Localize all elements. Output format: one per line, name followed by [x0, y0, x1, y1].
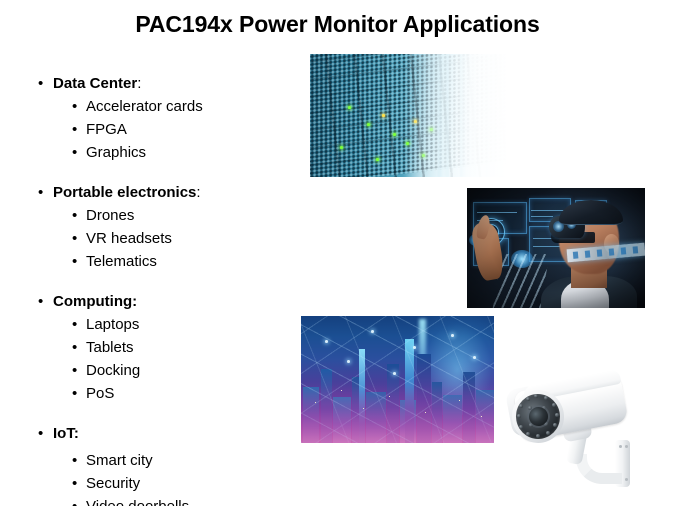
bullet-point-icon: •: [72, 253, 78, 270]
mount-screw: [619, 445, 622, 448]
city-glow-haze: [301, 384, 494, 443]
list-item-label: Security: [86, 475, 141, 492]
bullet-heading-computing: • Computing:: [38, 290, 298, 313]
list-item: • Accelerator cards: [38, 95, 298, 118]
network-node: [325, 340, 328, 343]
applications-bullet-list: • Data Center: • Accelerator cards • FPG…: [38, 72, 298, 506]
bullet-heading-text: Portable electronics: [53, 184, 197, 201]
list-item: • Graphics: [38, 141, 298, 164]
window-light: [315, 402, 317, 404]
bullet-point-icon: •: [72, 230, 78, 247]
window-light: [459, 400, 461, 402]
bullet-heading-text: IoT: [53, 425, 74, 442]
bullet-group-portable-electronics: • Portable electronics: • Drones • VR he…: [38, 181, 298, 273]
list-item: • Smart city: [38, 449, 298, 472]
window-light: [425, 412, 427, 414]
bullet-group-data-center: • Data Center: • Accelerator cards • FPG…: [38, 72, 298, 164]
bullet-heading-label: Portable electronics:: [53, 181, 201, 204]
page-title: PAC194x Power Monitor Applications: [135, 11, 540, 37]
bullet-point-icon: •: [72, 475, 78, 492]
bullet-point-icon: •: [72, 452, 78, 469]
list-item-label: Smart city: [86, 452, 153, 469]
image-security-camera: [497, 362, 667, 492]
bullet-point-icon: •: [72, 316, 78, 333]
network-node: [393, 372, 396, 375]
bullet-heading-text: Computing: [53, 293, 133, 310]
slide-canvas: PAC194x Power Monitor Applications • Dat…: [0, 0, 675, 506]
network-node: [451, 334, 454, 337]
camera-mount-arm: [576, 454, 622, 484]
list-item-label: Graphics: [86, 144, 147, 161]
bullet-point-icon: •: [38, 75, 44, 92]
bullet-point-icon: •: [72, 385, 78, 402]
list-item: • Laptops: [38, 313, 298, 336]
list-item-label: Video doorbells: [86, 495, 189, 506]
mount-screw: [625, 445, 628, 448]
list-item-label: Docking: [86, 362, 141, 379]
list-item-label: Telematics: [86, 253, 157, 270]
bullet-heading-colon: :: [73, 425, 79, 442]
list-item-label: Tablets: [86, 339, 134, 356]
window-light: [389, 396, 391, 398]
bullet-sublist-portable-electronics: • Drones • VR headsets • Telematics: [38, 204, 298, 273]
network-node: [347, 360, 350, 363]
list-item-label: Accelerator cards: [86, 98, 203, 115]
bright-light-falloff: [310, 54, 508, 177]
bullet-heading-colon: :: [132, 293, 138, 310]
bullet-point-icon: •: [72, 121, 78, 138]
list-item-label: VR headsets: [86, 230, 172, 247]
list-item: • Security: [38, 472, 298, 495]
image-data-center-servers: [310, 54, 508, 177]
list-item-label: FPGA: [86, 121, 127, 138]
bullet-heading-colon: :: [137, 75, 142, 92]
list-item-label: Laptops: [86, 316, 140, 333]
list-item: • Docking: [38, 359, 298, 382]
list-item-label: Drones: [86, 207, 135, 224]
list-item-label: PoS: [86, 385, 115, 402]
bullet-point-icon: •: [72, 495, 86, 506]
bullet-heading-portable-electronics: • Portable electronics:: [38, 181, 298, 204]
bullet-point-icon: •: [38, 184, 44, 201]
bullet-point-icon: •: [72, 207, 78, 224]
bullet-heading-label: IoT:: [53, 422, 79, 445]
window-light: [481, 416, 483, 418]
bullet-group-computing: • Computing: • Laptops • Tablets • Docki…: [38, 290, 298, 405]
bullet-heading-label: Computing:: [53, 290, 137, 313]
window-light: [341, 390, 343, 392]
bullet-heading-iot: • IoT:: [38, 422, 298, 445]
image-smart-city-skyline: [301, 316, 494, 443]
bullet-sublist-iot: • Smart city • Security • Video doorbell…: [38, 449, 298, 506]
bullet-point-icon: •: [38, 293, 44, 310]
network-node: [473, 356, 476, 359]
list-item: • Video doorbells: [38, 495, 298, 506]
bullet-heading-data-center: • Data Center:: [38, 72, 298, 95]
bullet-sublist-data-center: • Accelerator cards • FPGA • Graphics: [38, 95, 298, 164]
list-item: • Telematics: [38, 250, 298, 273]
list-item: • PoS: [38, 382, 298, 405]
bullet-point-icon: •: [38, 425, 44, 442]
vignette: [467, 188, 645, 308]
bullet-point-icon: •: [72, 362, 78, 379]
bullet-heading-colon: :: [196, 184, 201, 201]
bullet-group-iot: • IoT: • Smart city • Security • Video d…: [38, 422, 298, 506]
image-vr-headset-user: [467, 188, 645, 308]
list-item: • FPGA: [38, 118, 298, 141]
list-item: • Tablets: [38, 336, 298, 359]
mount-screw: [625, 478, 628, 481]
list-item: • VR headsets: [38, 227, 298, 250]
bullet-point-icon: •: [72, 339, 78, 356]
network-node: [413, 346, 416, 349]
bullet-heading-label: Data Center:: [53, 72, 141, 95]
bullet-point-icon: •: [72, 98, 78, 115]
bullet-sublist-computing: • Laptops • Tablets • Docking • PoS: [38, 313, 298, 405]
list-item: • Drones: [38, 204, 298, 227]
bullet-point-icon: •: [72, 144, 78, 161]
network-node: [371, 330, 374, 333]
bullet-heading-text: Data Center: [53, 75, 138, 92]
window-light: [363, 408, 365, 410]
